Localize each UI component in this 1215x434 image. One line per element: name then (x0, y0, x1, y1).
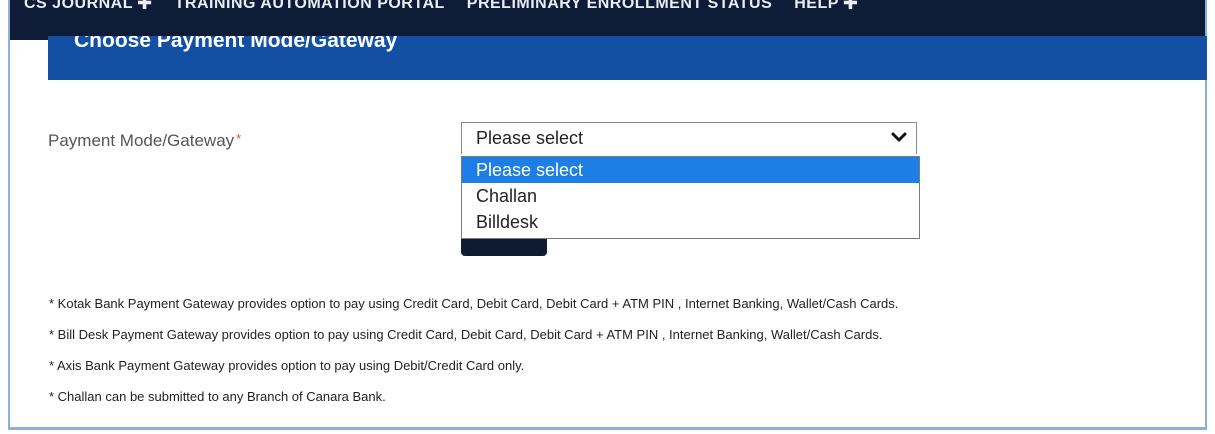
nav-item-label: PRELIMINARY ENROLLMENT STATUS (466, 0, 773, 12)
payment-notes: * Kotak Bank Payment Gateway provides op… (49, 288, 898, 412)
top-navigation: CS JOURNAL ✚ TRAINING AUTOMATION PORTAL … (10, 0, 1205, 40)
dropdown-option-please-select[interactable]: Please select (462, 157, 919, 183)
dropdown-option-challan[interactable]: Challan (462, 183, 919, 209)
payment-mode-select[interactable]: Please select (461, 122, 917, 154)
note-bill-desk: * Bill Desk Payment Gateway provides opt… (49, 327, 883, 342)
payment-mode-label: Payment Mode/Gateway * (48, 131, 241, 151)
proceed-button[interactable] (461, 236, 547, 256)
plus-icon: ✚ (137, 0, 153, 13)
nav-item-label: HELP (794, 0, 839, 12)
note-kotak-bank: * Kotak Bank Payment Gateway provides op… (49, 296, 899, 311)
section-header: Choose Payment Mode/Gateway (48, 36, 1207, 80)
nav-item-help[interactable]: HELP ✚ (794, 0, 858, 14)
dropdown-option-billdesk[interactable]: Billdesk (462, 209, 919, 235)
payment-mode-dropdown: Please select Challan Billdesk (461, 156, 920, 239)
nav-item-cs-journal[interactable]: CS JOURNAL ✚ (24, 0, 153, 14)
plus-icon: ✚ (842, 0, 859, 13)
section-title: Choose Payment Mode/Gateway (74, 36, 398, 52)
nav-item-label: TRAINING AUTOMATION PORTAL (174, 0, 445, 12)
note-challan: * Challan can be submitted to any Branch… (49, 389, 386, 404)
nav-item-label: CS JOURNAL (24, 0, 134, 12)
nav-item-training-automation-portal[interactable]: TRAINING AUTOMATION PORTAL (175, 0, 445, 14)
payment-mode-label-text: Payment Mode/Gateway (48, 131, 235, 150)
payment-mode-select-value: Please select (476, 128, 584, 148)
required-marker: * (236, 131, 242, 146)
chevron-down-icon (891, 132, 907, 142)
note-axis-bank: * Axis Bank Payment Gateway provides opt… (49, 358, 525, 373)
nav-item-preliminary-enrollment-status[interactable]: PRELIMINARY ENROLLMENT STATUS (467, 0, 772, 14)
